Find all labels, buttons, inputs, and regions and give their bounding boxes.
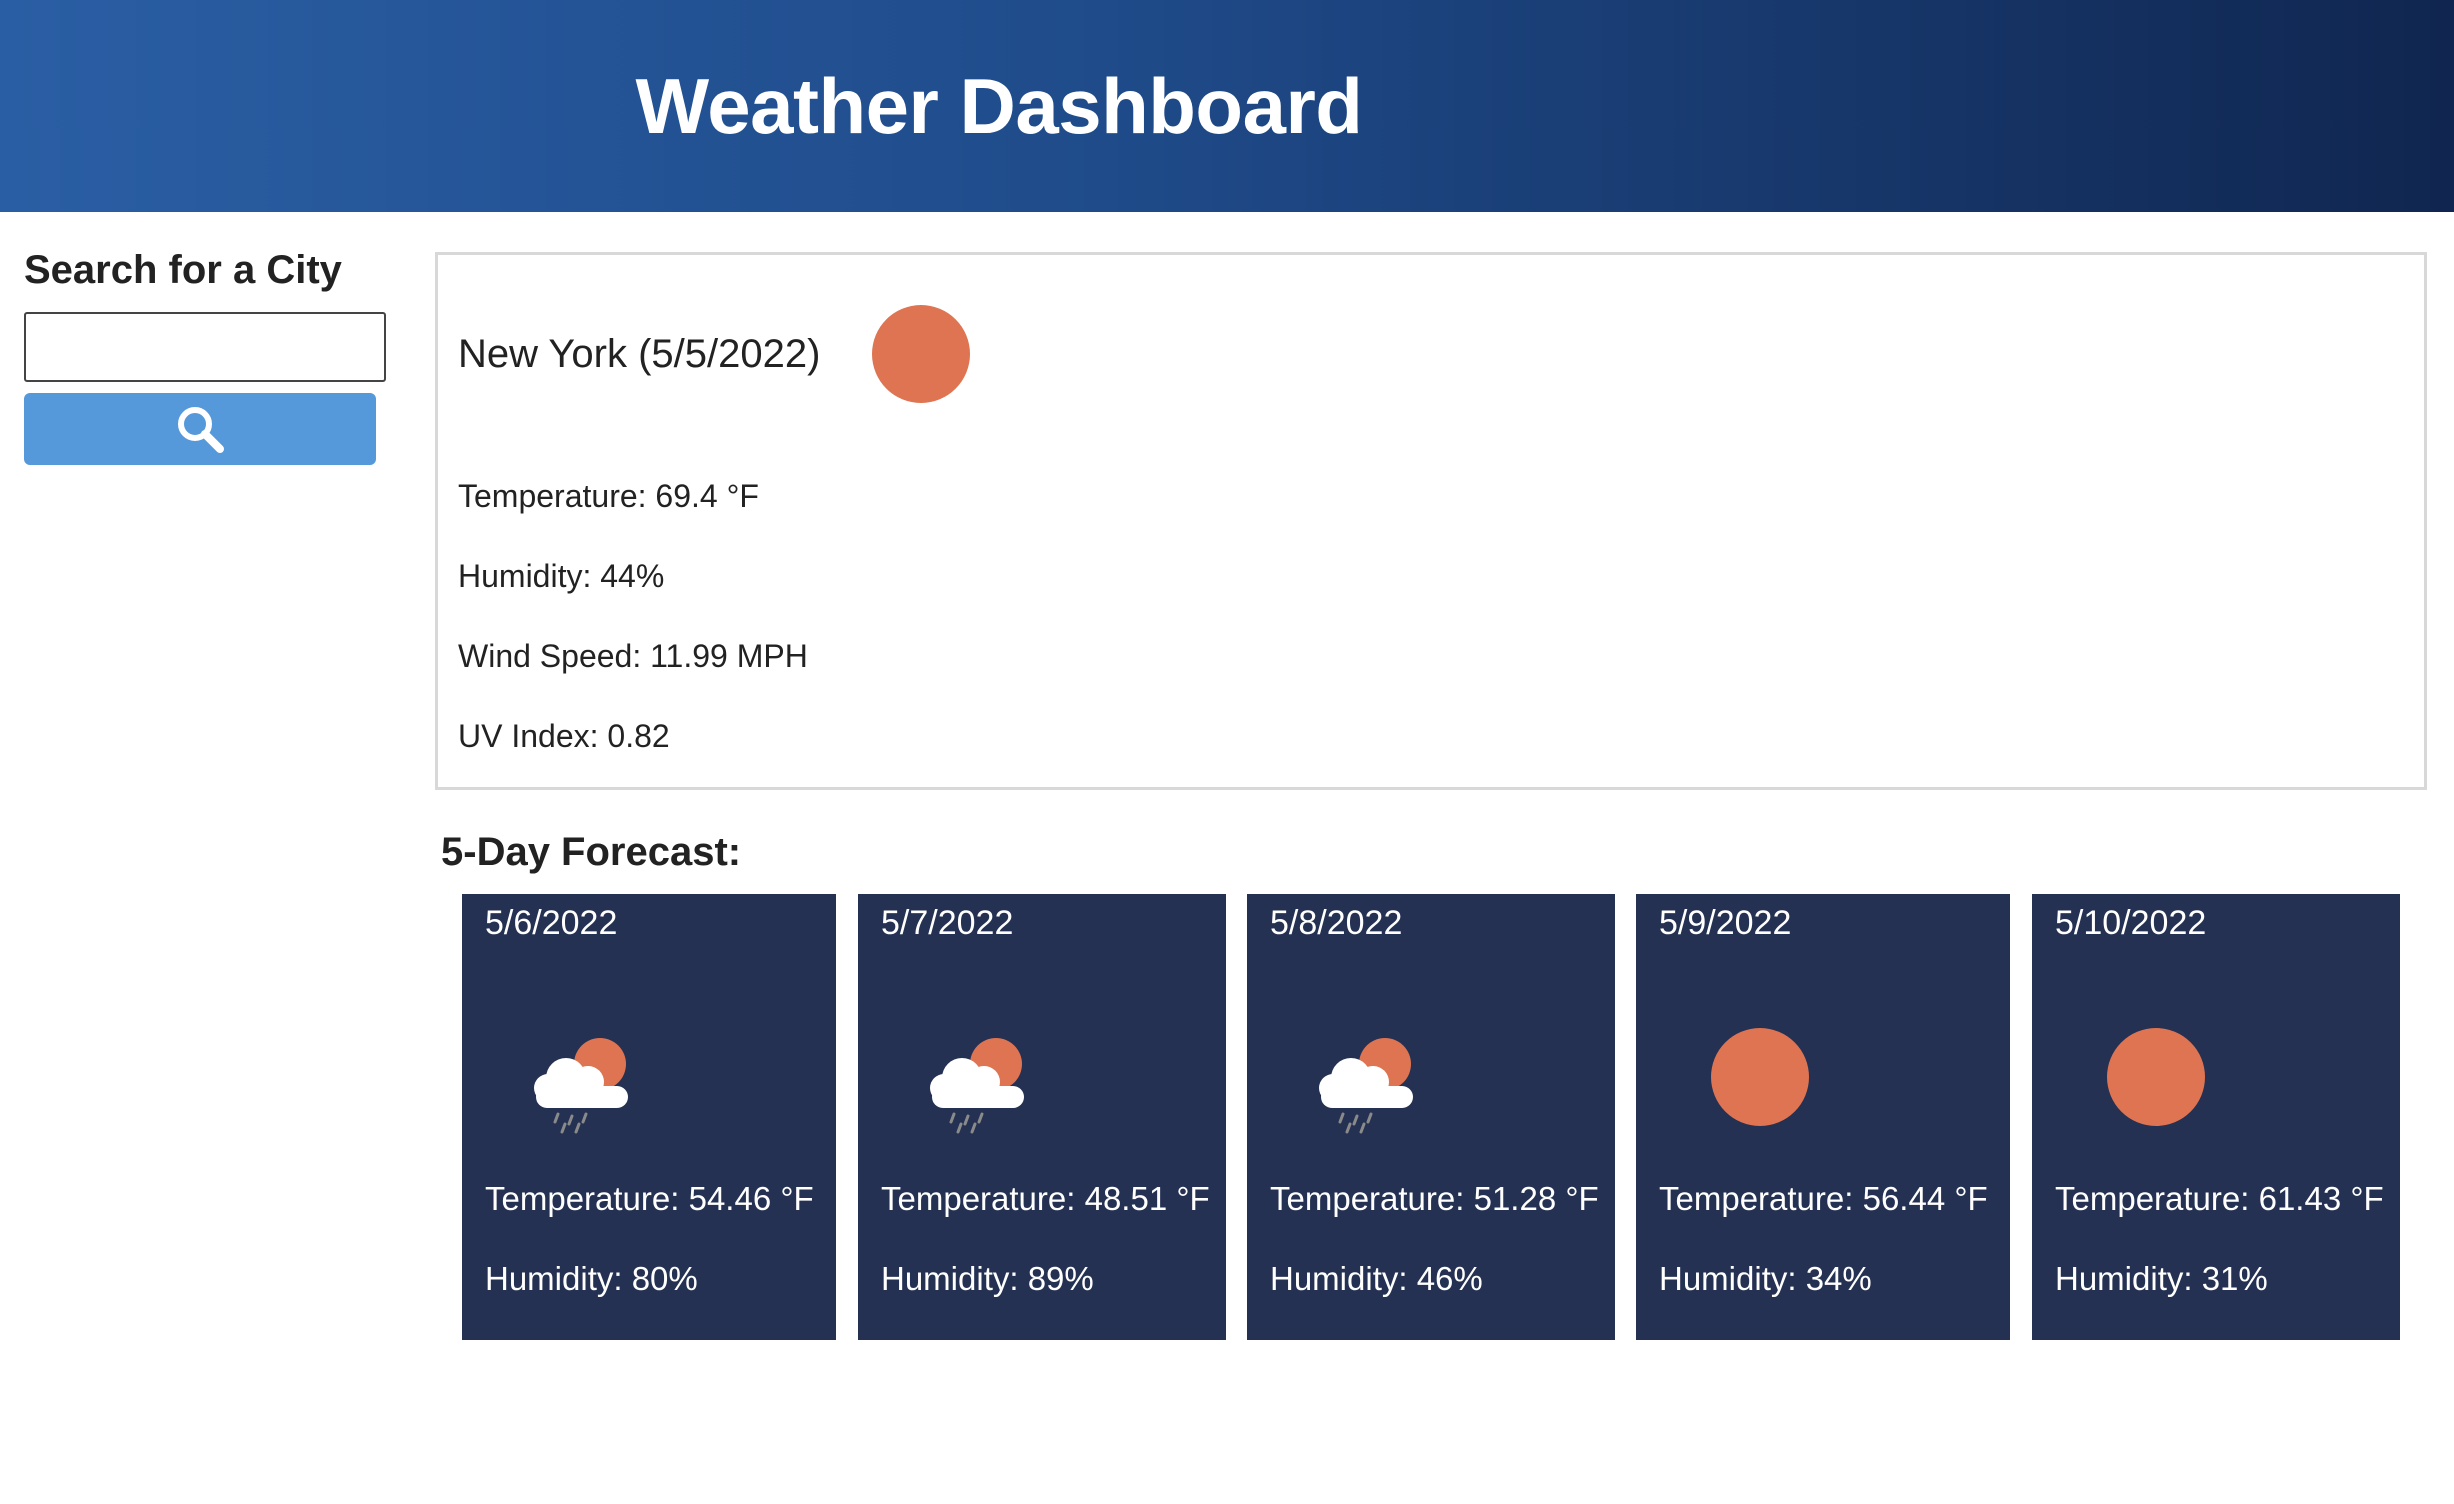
forecast-humidity: Humidity: 34% xyxy=(1659,1260,1872,1297)
current-uv-index: UV Index: 0.82 xyxy=(458,718,670,754)
current-wind-speed: Wind Speed: 11.99 MPH xyxy=(458,638,808,674)
search-title: Search for a City xyxy=(24,248,342,292)
forecast-humidity: Humidity: 80% xyxy=(485,1260,698,1297)
forecast-date: 5/6/2022 xyxy=(485,904,618,942)
search-button[interactable] xyxy=(24,393,376,465)
forecast-card: 5/7/2022 Temperature: 48.51 °F Humidity:… xyxy=(858,894,1226,1340)
current-weather-card: New York (5/5/2022) Temperature: 69.4 °F… xyxy=(435,252,2427,790)
forecast-temperature: Temperature: 48.51 °F xyxy=(881,1180,1210,1217)
forecast-temperature: Temperature: 54.46 °F xyxy=(485,1180,814,1217)
forecast-card: 5/10/2022 Temperature: 61.43 °F Humidity… xyxy=(2032,894,2400,1340)
sun-icon xyxy=(2107,1028,2205,1126)
search-icon xyxy=(178,407,224,453)
forecast-humidity: Humidity: 46% xyxy=(1270,1260,1483,1297)
current-temperature: Temperature: 69.4 °F xyxy=(458,478,759,514)
forecast-temperature: Temperature: 51.28 °F xyxy=(1270,1180,1599,1217)
page-title: Weather Dashboard xyxy=(635,61,1363,150)
rain-cloud-sun-icon xyxy=(534,1038,628,1134)
forecast-temperature: Temperature: 61.43 °F xyxy=(2055,1180,2384,1217)
sun-icon xyxy=(872,305,971,403)
current-city-title: New York (5/5/2022) xyxy=(458,331,821,376)
forecast-date: 5/8/2022 xyxy=(1270,904,1403,942)
rain-cloud-sun-icon xyxy=(1319,1038,1413,1134)
forecast-humidity: Humidity: 31% xyxy=(2055,1260,2268,1297)
forecast-date: 5/7/2022 xyxy=(881,904,1014,942)
forecast-date: 5/10/2022 xyxy=(2055,904,2207,942)
search-sidebar: Search for a City xyxy=(24,248,386,465)
forecast-card: 5/9/2022 Temperature: 56.44 °F Humidity:… xyxy=(1636,894,2010,1340)
forecast-temperature: Temperature: 56.44 °F xyxy=(1659,1180,1988,1217)
page-header: Weather Dashboard xyxy=(0,0,2454,212)
forecast-date: 5/9/2022 xyxy=(1659,904,1792,942)
current-city-row: New York (5/5/2022) xyxy=(458,305,971,403)
city-search-input[interactable] xyxy=(24,312,386,382)
forecast-title: 5-Day Forecast: xyxy=(441,830,742,874)
forecast-card: 5/6/2022 Temperature: 54.46 °F Humidity:… xyxy=(462,894,836,1340)
rain-cloud-sun-icon xyxy=(930,1038,1024,1134)
forecast-card: 5/8/2022 Temperature: 51.28 °F Humidity:… xyxy=(1247,894,1615,1340)
forecast-humidity: Humidity: 89% xyxy=(881,1260,1094,1297)
sun-icon xyxy=(1711,1028,1809,1126)
current-humidity: Humidity: 44% xyxy=(458,558,665,594)
